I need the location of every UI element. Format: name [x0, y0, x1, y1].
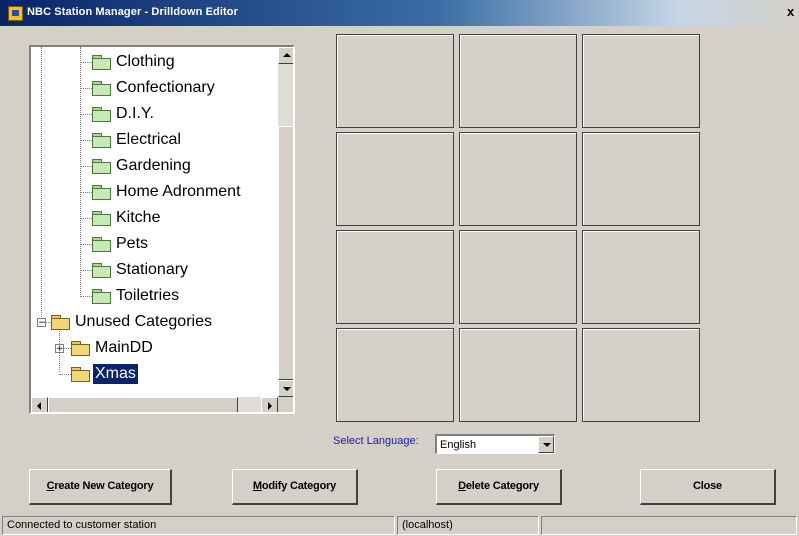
tree-item[interactable]: Home Adronment: [114, 182, 243, 202]
close-window-button[interactable]: x: [787, 4, 799, 20]
drilldown-slot[interactable]: [459, 132, 577, 226]
tree-item[interactable]: Kitche: [114, 208, 162, 228]
tree-item-label: Home Adronment: [116, 183, 241, 200]
status-host: (localhost): [397, 516, 539, 535]
status-extra: [541, 516, 797, 535]
app-icon: [8, 6, 23, 21]
tree-item[interactable]: Confectionary: [114, 78, 217, 98]
tree-item-label: Gardening: [116, 157, 191, 174]
create-new-category-button[interactable]: Create New Category: [29, 469, 172, 505]
tree-line: [80, 244, 92, 245]
tree-line: [80, 296, 92, 297]
modify-category-button[interactable]: Modify Category: [232, 469, 358, 505]
drilldown-slot[interactable]: [336, 328, 454, 422]
tree-item[interactable]: Unused Categories: [73, 312, 214, 332]
tree-line: [80, 166, 92, 167]
drilldown-slot[interactable]: [336, 230, 454, 324]
folder-icon: [92, 263, 111, 278]
tree-item[interactable]: MainDD: [93, 338, 155, 358]
folder-icon: [71, 341, 90, 356]
scroll-corner: [278, 397, 293, 412]
folder-icon: [92, 107, 111, 122]
drilldown-slot[interactable]: [459, 34, 577, 128]
folder-icon: [92, 133, 111, 148]
tree-line: [59, 374, 71, 375]
tree-item[interactable]: Clothing: [114, 52, 177, 72]
tree-line: [80, 192, 92, 193]
tree-item[interactable]: Electrical: [114, 130, 183, 150]
scroll-down-button[interactable]: [278, 380, 293, 397]
tree-line: [41, 47, 42, 325]
tree-item-label: MainDD: [95, 339, 153, 356]
tree-item[interactable]: Toiletries: [114, 286, 181, 306]
drilldown-slot[interactable]: [582, 328, 700, 422]
scroll-right-button[interactable]: [261, 397, 278, 412]
category-tree[interactable]: Clothing Confectionary D.I.Y. Electrical Gar…: [29, 45, 295, 414]
open-folder-icon: [71, 367, 90, 382]
drilldown-slot[interactable]: [582, 132, 700, 226]
tree-line: [80, 62, 92, 63]
language-label: Select Language:: [333, 435, 419, 447]
drilldown-slot[interactable]: [336, 34, 454, 128]
dropdown-arrow-icon[interactable]: [538, 436, 554, 453]
status-message: Connected to customer station: [2, 516, 395, 535]
title-bar[interactable]: NBC Station Manager - Drilldown Editor x: [0, 0, 799, 26]
folder-icon: [92, 289, 111, 304]
folder-icon: [92, 211, 111, 226]
scroll-thumb[interactable]: [278, 126, 293, 380]
tree-line: [80, 218, 92, 219]
folder-icon: [92, 185, 111, 200]
delete-category-button[interactable]: Delete Category: [436, 469, 562, 505]
tree-item[interactable]: Gardening: [114, 156, 193, 176]
drilldown-slot[interactable]: [336, 132, 454, 226]
drilldown-slot[interactable]: [582, 230, 700, 324]
tree-item-label: Pets: [116, 235, 149, 252]
drilldown-slot[interactable]: [459, 230, 577, 324]
tree-item-label: D.I.Y.: [116, 105, 154, 122]
folder-icon: [92, 55, 111, 70]
tree-item-label: Toiletries: [116, 287, 180, 304]
tree-vertical-scrollbar[interactable]: [278, 47, 293, 397]
tree-line: [80, 270, 92, 271]
scroll-left-button[interactable]: [31, 397, 48, 412]
folder-icon: [92, 81, 111, 96]
tree-content: Clothing Confectionary D.I.Y. Electrical Gar…: [31, 47, 278, 397]
tree-line: [80, 47, 81, 297]
tree-item-label: Stationary: [116, 261, 189, 278]
tree-line: [80, 140, 92, 141]
folder-icon: [51, 315, 70, 330]
folder-icon: [92, 237, 111, 252]
drilldown-slot[interactable]: [459, 328, 577, 422]
drilldown-slot[interactable]: [582, 34, 700, 128]
folder-icon: [92, 159, 111, 174]
close-button[interactable]: Close: [640, 469, 776, 505]
scroll-up-button[interactable]: [278, 47, 293, 64]
tree-item[interactable]: Xmas: [93, 364, 138, 384]
window-title: NBC Station Manager - Drilldown Editor: [27, 6, 238, 18]
tree-horizontal-scrollbar[interactable]: [31, 397, 278, 412]
collapse-icon[interactable]: −: [37, 318, 46, 328]
status-bar: Connected to customer station (localhost…: [0, 514, 799, 536]
tree-item[interactable]: Stationary: [114, 260, 190, 280]
tree-item-label: Unused Categories: [75, 313, 212, 330]
expand-icon[interactable]: +: [55, 344, 64, 354]
tree-item-label: Kitche: [116, 209, 161, 226]
tree-item-label: Xmas: [93, 364, 138, 384]
tree-item[interactable]: Pets: [114, 234, 150, 254]
tree-item[interactable]: D.I.Y.: [114, 104, 156, 124]
tree-line: [80, 114, 92, 115]
tree-line: [80, 88, 92, 89]
tree-item-label: Confectionary: [116, 79, 215, 96]
language-value: English: [440, 439, 477, 451]
hscroll-thumb[interactable]: [48, 397, 238, 412]
tree-item-label: Electrical: [116, 131, 181, 148]
tree-item-label: Clothing: [116, 53, 175, 70]
language-select[interactable]: English: [435, 434, 555, 454]
